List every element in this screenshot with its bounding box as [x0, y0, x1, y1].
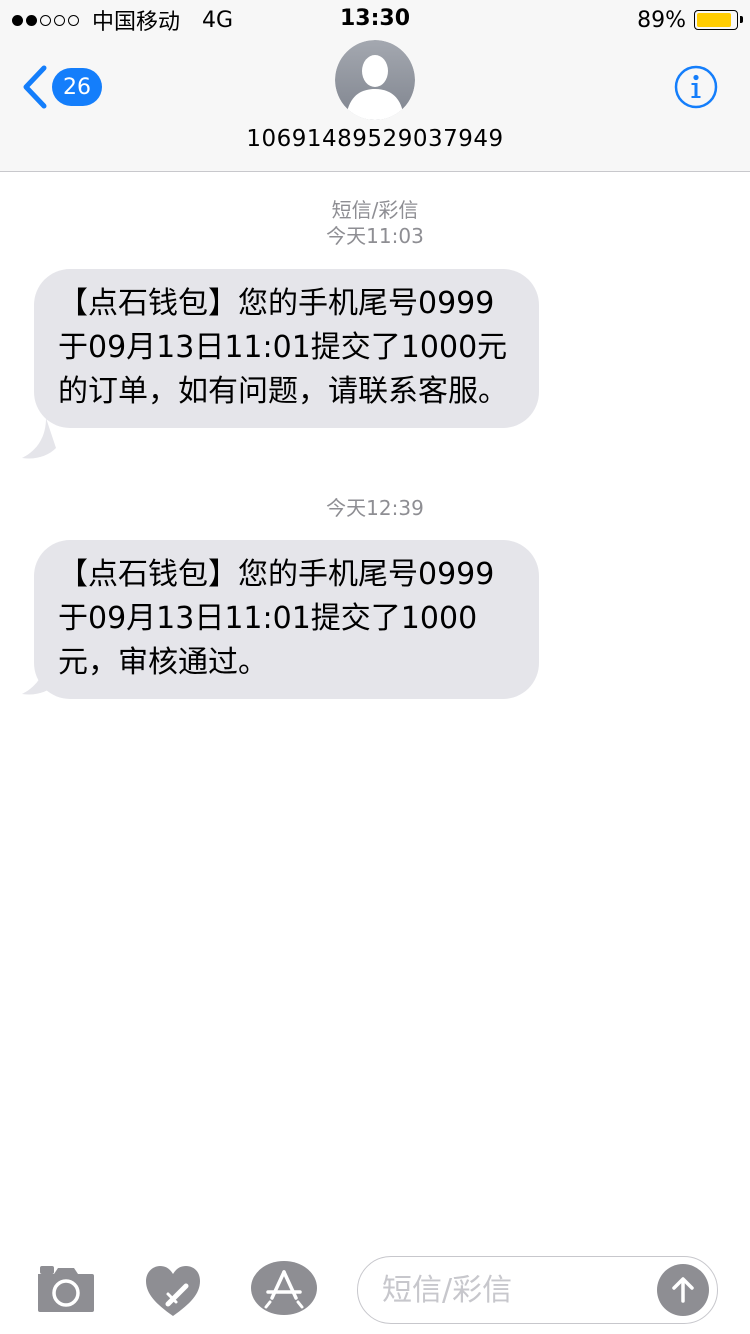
message-input-container [357, 1256, 718, 1324]
digital-touch-button[interactable] [144, 1264, 202, 1322]
conversation-header: 26 10691489529037949 [0, 40, 750, 172]
contact-name[interactable]: 10691489529037949 [0, 126, 750, 152]
heart-touch-icon [146, 1266, 200, 1316]
info-button[interactable] [674, 65, 718, 113]
camera-button[interactable] [36, 1264, 96, 1318]
battery-percent: 89% [637, 7, 686, 33]
camera-icon [38, 1266, 94, 1312]
compose-toolbar [0, 1246, 750, 1334]
info-icon [674, 65, 718, 109]
send-button[interactable] [657, 1264, 709, 1316]
message-text: 【点石钱包】您的手机尾号0999于09月13日11:01提交了1000元，审核通… [58, 557, 495, 680]
message-timestamp: 今天12:39 [326, 496, 424, 520]
incoming-message-bubble[interactable]: 【点石钱包】您的手机尾号0999于09月13日11:01提交了1000元，审核通… [34, 540, 539, 699]
battery-icon [694, 10, 743, 30]
message-text: 【点石钱包】您的手机尾号0999于09月13日11:01提交了1000元的订单，… [58, 286, 508, 409]
app-store-button[interactable] [250, 1260, 318, 1320]
status-right: 89% [637, 6, 743, 34]
service-label: 短信/彩信 [331, 198, 419, 222]
incoming-message-bubble[interactable]: 【点石钱包】您的手机尾号0999于09月13日11:01提交了1000元的订单，… [34, 269, 539, 428]
contact-avatar[interactable] [335, 40, 415, 120]
arrow-up-icon [672, 1277, 694, 1303]
unread-count-badge: 26 [52, 68, 102, 106]
app-store-icon [251, 1261, 317, 1315]
message-timestamp: 今天11:03 [326, 224, 424, 248]
battery-fill [697, 13, 731, 27]
chevron-left-icon [23, 65, 47, 109]
message-input[interactable] [380, 1265, 650, 1315]
status-bar: 中国移动 4G 13:30 89% [0, 0, 750, 40]
back-button[interactable]: 26 [20, 62, 102, 112]
bubble-tail [22, 418, 56, 459]
person-silhouette-icon [335, 40, 415, 120]
